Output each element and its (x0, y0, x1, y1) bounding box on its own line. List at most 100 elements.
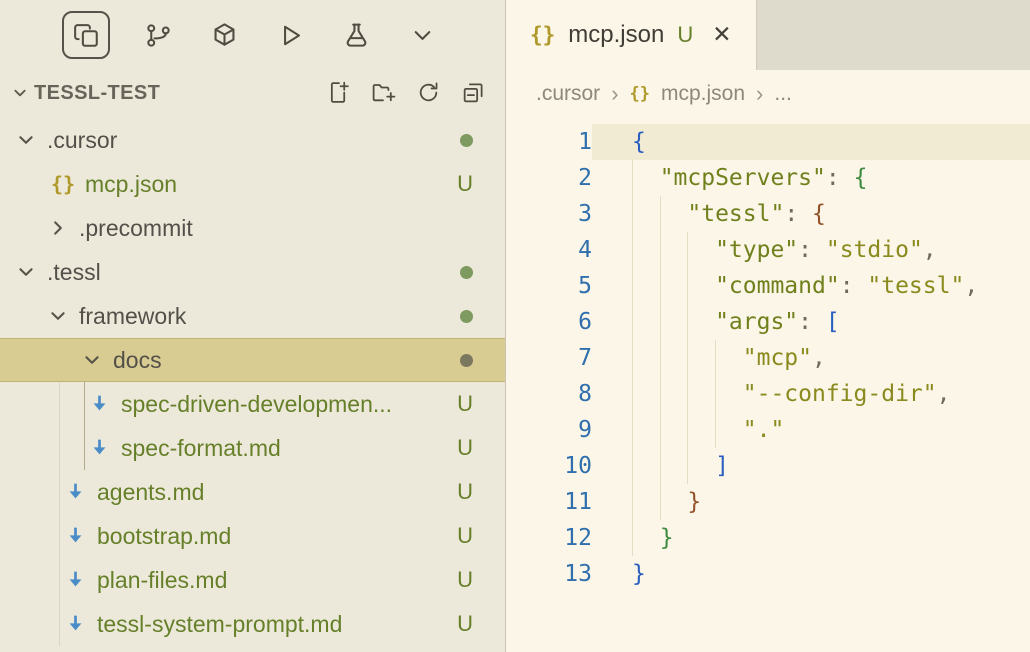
markdown-icon (62, 611, 88, 637)
breadcrumb-item-cursor[interactable]: .cursor (536, 82, 600, 106)
indent-guide (632, 376, 660, 412)
editor: {} mcp.json U ✕ .cursor › {} mcp.json › … (506, 0, 1030, 652)
tree-item-tessl-system-prompt-md[interactable]: tessl-system-prompt.mdU (0, 602, 505, 646)
indent-guide (687, 376, 715, 412)
tab-bar: {} mcp.json U ✕ (506, 0, 1030, 70)
tree-item-label: tessl-system-prompt.md (97, 611, 342, 638)
indent-guide (660, 196, 688, 232)
tree-item-label: framework (79, 303, 186, 330)
code-line-12[interactable]: 12} (506, 520, 1030, 556)
modified-dot-badge (460, 266, 473, 279)
new-folder-icon[interactable] (371, 80, 397, 106)
code-line-13[interactable]: 13} (506, 556, 1030, 592)
tree-item-label: .tessl (47, 259, 101, 286)
indent-guide (660, 268, 688, 304)
line-content: } (592, 556, 1030, 592)
code-line-4[interactable]: 4"type": "stdio", (506, 232, 1030, 268)
code-line-11[interactable]: 11} (506, 484, 1030, 520)
breadcrumb-item-mcp-json[interactable]: mcp.json (661, 82, 745, 106)
tree-item-spec-format-md[interactable]: spec-format.mdU (0, 426, 505, 470)
tree-item-tessl[interactable]: .tessl (0, 250, 505, 294)
indent-guide (660, 448, 688, 484)
tab-label: mcp.json (568, 21, 664, 49)
chevron-down-icon[interactable] (404, 17, 440, 53)
tab-mcp-json[interactable]: {} mcp.json U ✕ (506, 0, 757, 70)
breadcrumb: .cursor › {} mcp.json › ... (506, 70, 1030, 118)
new-file-icon[interactable] (326, 80, 352, 106)
extensions-icon[interactable] (206, 17, 242, 53)
testing-icon[interactable] (338, 17, 374, 53)
json-icon: {} (50, 171, 76, 197)
untracked-badge: U (457, 523, 473, 549)
indent-guide (687, 448, 715, 484)
line-number: 3 (506, 196, 592, 232)
tree-item-spec-driven-developmen[interactable]: spec-driven-developmen...U (0, 382, 505, 426)
tree-item-docs[interactable]: docs (0, 338, 505, 382)
code-line-6[interactable]: 6"args": [ (506, 304, 1030, 340)
line-content: "type": "stdio", (592, 232, 1030, 268)
tree-item-agents-md[interactable]: agents.mdU (0, 470, 505, 514)
line-number: 11 (506, 484, 592, 520)
line-content: "." (592, 412, 1030, 448)
run-debug-icon[interactable] (272, 17, 308, 53)
line-content: } (592, 484, 1030, 520)
untracked-badge: U (457, 435, 473, 461)
code-line-7[interactable]: 7"mcp", (506, 340, 1030, 376)
modified-dot-badge (460, 354, 473, 367)
line-number: 1 (506, 124, 592, 160)
line-content: "tessl": { (592, 196, 1030, 232)
indent-guide (632, 160, 660, 196)
chevron-down-icon (14, 128, 38, 152)
collapse-all-icon[interactable] (461, 80, 487, 106)
tree-item-label: .precommit (79, 215, 193, 242)
tree-item-mcp-json[interactable]: {}mcp.jsonU (0, 162, 505, 206)
source-control-icon[interactable] (140, 17, 176, 53)
json-icon: {} (630, 84, 650, 104)
breadcrumb-item-symbol[interactable]: ... (774, 82, 792, 106)
tree-item-label: agents.md (97, 479, 204, 506)
line-number: 4 (506, 232, 592, 268)
explorer-title: TESSL-TEST (34, 82, 160, 105)
file-tree: .cursor {} mcp.json U .precommit .tessl framew… (0, 116, 505, 652)
refresh-icon[interactable] (416, 80, 442, 106)
line-number: 8 (506, 376, 592, 412)
code-line-1[interactable]: 1{ (506, 124, 1030, 160)
indent-guide (660, 412, 688, 448)
untracked-badge: U (457, 391, 473, 417)
chevron-down-icon (14, 260, 38, 284)
close-icon[interactable]: ✕ (712, 22, 731, 48)
indent-guide (715, 376, 743, 412)
code-line-5[interactable]: 5"command": "tessl", (506, 268, 1030, 304)
tree-item-cursor[interactable]: .cursor (0, 118, 505, 162)
indent-guide (632, 268, 660, 304)
line-content: ] (592, 448, 1030, 484)
line-content: } (592, 520, 1030, 556)
indent-guide (715, 412, 743, 448)
indent-guide (687, 412, 715, 448)
indent-guide (660, 340, 688, 376)
tree-item-framework[interactable]: framework (0, 294, 505, 338)
indent-guide (660, 304, 688, 340)
tree-item-precommit[interactable]: .precommit (0, 206, 505, 250)
tree-item-label: mcp.json (85, 171, 177, 198)
code-line-10[interactable]: 10] (506, 448, 1030, 484)
indent-guide (632, 520, 660, 556)
code-line-8[interactable]: 8"--config-dir", (506, 376, 1030, 412)
tree-item-bootstrap-md[interactable]: bootstrap.md U (0, 514, 505, 558)
line-content: "--config-dir", (592, 376, 1030, 412)
code-line-3[interactable]: 3"tessl": { (506, 196, 1030, 232)
explorer-section-header[interactable]: TESSL-TEST (0, 70, 505, 116)
code-line-2[interactable]: 2"mcpServers": { (506, 160, 1030, 196)
tree-item-plan-files-md[interactable]: plan-files.mdU (0, 558, 505, 602)
files-icon[interactable] (62, 11, 110, 59)
indent-guide (687, 304, 715, 340)
chevron-down-icon (80, 348, 104, 372)
tree-item-label: bootstrap.md (97, 523, 231, 550)
code-line-9[interactable]: 9"." (506, 412, 1030, 448)
markdown-icon (86, 391, 112, 417)
modified-dot-badge (460, 134, 473, 147)
indent-guide (687, 232, 715, 268)
untracked-badge: U (457, 567, 473, 593)
indent-guide (715, 340, 743, 376)
markdown-icon (62, 479, 88, 505)
